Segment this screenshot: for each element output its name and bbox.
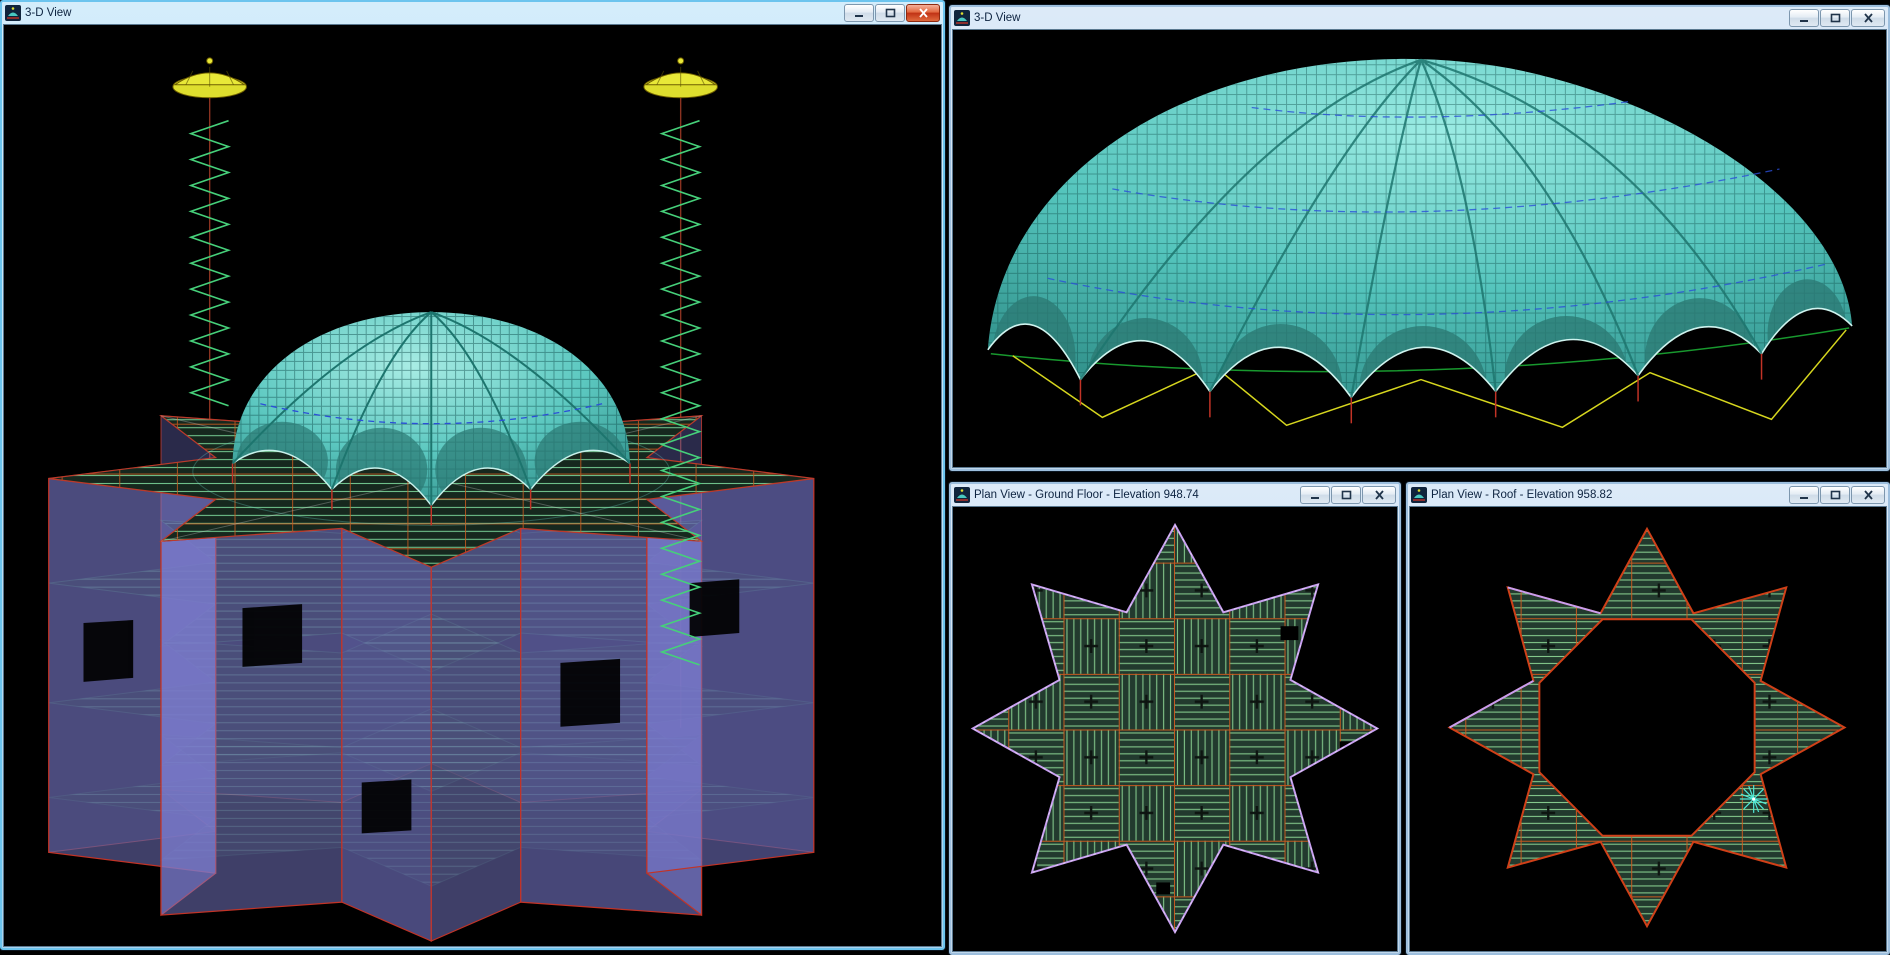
window-plan-roof: Plan View - Roof - Elevation 958.82 (1406, 482, 1890, 955)
app-window-icon[interactable] (954, 10, 970, 26)
ground-slab-panels (953, 507, 1397, 951)
close-button[interactable] (1362, 486, 1396, 504)
app-window-icon[interactable] (1411, 487, 1427, 503)
close-icon (1863, 13, 1874, 23)
titlebar-dome3d[interactable]: 3-D View (951, 7, 1888, 29)
maximize-button[interactable] (1331, 486, 1361, 504)
window-3d-view-dome: 3-D View (949, 5, 1890, 471)
close-icon (1374, 490, 1385, 500)
large-dome (988, 59, 1852, 453)
app-window-icon[interactable] (5, 5, 21, 21)
titlebar-plan-ground[interactable]: Plan View - Ground Floor - Elevation 948… (951, 484, 1399, 506)
maximize-icon (885, 8, 896, 18)
titlebar-main3d[interactable]: 3-D View (2, 2, 943, 24)
close-button[interactable] (1851, 486, 1885, 504)
plan-roof-canvas[interactable] (1410, 507, 1886, 951)
mdi-workspace: { "workspace": { "background_color": "#0… (0, 0, 1890, 955)
maximize-button[interactable] (1820, 9, 1850, 27)
close-icon (1863, 490, 1874, 500)
maximize-button[interactable] (875, 4, 905, 22)
viewport-plan-ground[interactable] (952, 506, 1398, 952)
window-title: 3-D View (25, 7, 839, 20)
roof-octagon-hole (1539, 619, 1754, 836)
close-icon (918, 8, 929, 18)
close-button[interactable] (1851, 9, 1885, 27)
close-button[interactable] (906, 4, 940, 22)
viewport-3d-main[interactable] (3, 24, 942, 947)
maximize-icon (1830, 490, 1841, 500)
maximize-icon (1341, 490, 1352, 500)
window-title: Plan View - Ground Floor - Elevation 948… (974, 489, 1295, 502)
minimize-button[interactable] (1789, 486, 1819, 504)
window-plan-ground: Plan View - Ground Floor - Elevation 948… (949, 482, 1401, 955)
minimize-icon (1799, 13, 1810, 23)
minimize-icon (1799, 490, 1810, 500)
minimize-button[interactable] (1789, 9, 1819, 27)
window-3d-view-main: 3-D View (0, 0, 945, 950)
window-title: 3-D View (974, 12, 1784, 25)
dome-3d-canvas[interactable] (953, 30, 1886, 467)
plan-ground-canvas[interactable] (953, 507, 1397, 951)
model-3d-canvas[interactable] (4, 25, 941, 946)
minimize-button[interactable] (1300, 486, 1330, 504)
viewport-3d-dome[interactable] (952, 29, 1887, 468)
maximize-icon (1830, 13, 1841, 23)
roof-ring-panels (1410, 507, 1886, 951)
maximize-button[interactable] (1820, 486, 1850, 504)
dome-posts (1080, 354, 1761, 424)
selection-starburst (1740, 785, 1768, 813)
titlebar-plan-roof[interactable]: Plan View - Roof - Elevation 958.82 (1408, 484, 1888, 506)
app-window-icon[interactable] (954, 487, 970, 503)
window-title: Plan View - Roof - Elevation 958.82 (1431, 489, 1784, 502)
minimize-button[interactable] (844, 4, 874, 22)
viewport-plan-roof[interactable] (1409, 506, 1887, 952)
minimize-icon (854, 8, 865, 18)
minimize-icon (1310, 490, 1321, 500)
